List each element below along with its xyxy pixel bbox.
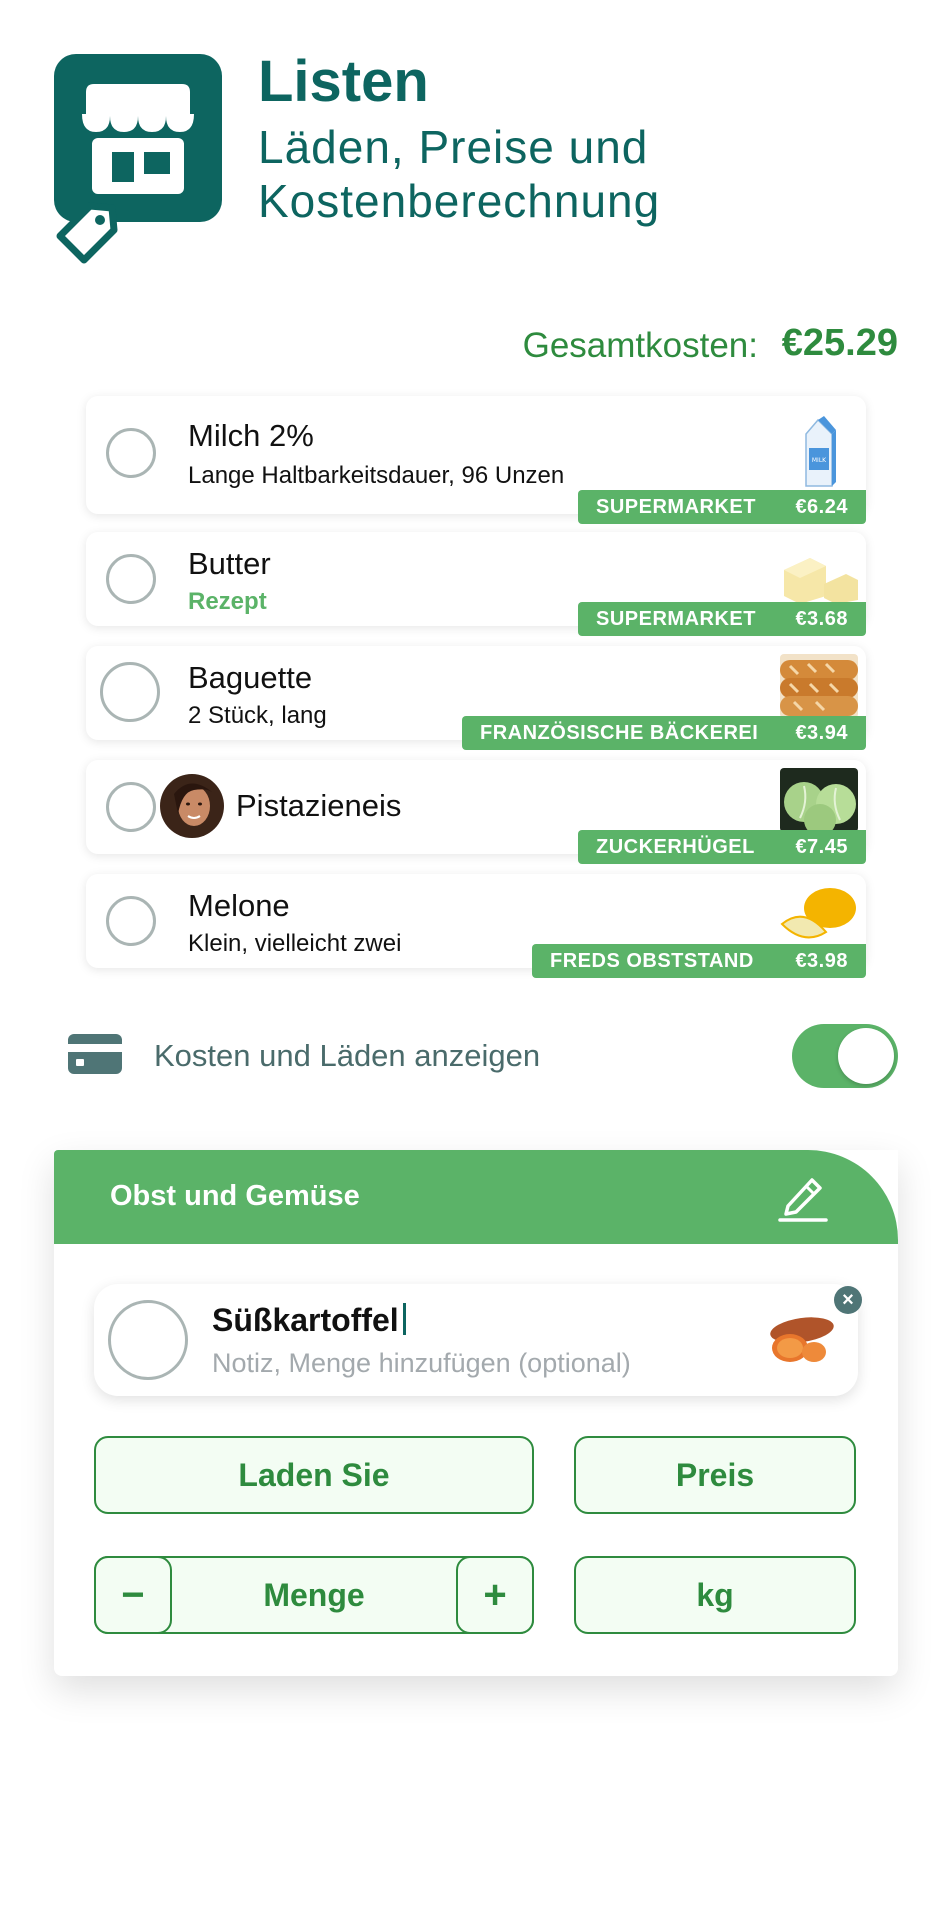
note-input[interactable]: Notiz, Menge hinzufügen (optional): [212, 1348, 631, 1379]
item-name: Baguette: [188, 660, 313, 695]
page-subtitle: Läden, Preise und Kostenberechnung: [258, 121, 661, 227]
page-title: Listen: [258, 49, 429, 114]
pencil-icon[interactable]: [776, 1170, 828, 1222]
svg-text:MILK: MILK: [812, 457, 827, 464]
item-note: 2 Stück, lang: [188, 702, 327, 729]
store-price-badge[interactable]: ZUCKERHÜGEL €7.45: [578, 830, 866, 864]
item-note: Lange Haltbarkeitsdauer, 96 Unzen: [188, 462, 565, 489]
store-price-badge[interactable]: FRANZÖSISCHE BÄCKEREI €3.94: [462, 716, 866, 750]
show-costs-toggle[interactable]: [792, 1024, 898, 1088]
item-name: Melone: [188, 888, 290, 923]
avatar[interactable]: [160, 774, 224, 838]
baguette-icon: [780, 654, 858, 718]
item-price: €3.68: [795, 607, 848, 630]
item-price: €7.45: [795, 835, 848, 858]
list-item[interactable]: Melone Klein, vielleicht zwei FREDS OBST…: [86, 874, 866, 978]
store-name: SUPERMARKET: [596, 607, 756, 630]
increment-button[interactable]: +: [456, 1556, 534, 1634]
show-costs-label: Kosten und Läden anzeigen: [154, 1038, 541, 1073]
list-item[interactable]: Baguette 2 Stück, lang FRANZÖSISCHE BÄCK…: [86, 646, 866, 750]
item-checkbox[interactable]: [108, 1300, 188, 1380]
item-checkbox[interactable]: [106, 554, 156, 604]
item-name: Pistazieneis: [236, 788, 402, 823]
store-button[interactable]: Laden Sie: [94, 1436, 534, 1514]
list-item[interactable]: Butter Rezept SUPERMARKET €3.68: [86, 532, 866, 636]
butter-icon: [780, 544, 858, 604]
item-name: Butter: [188, 546, 271, 581]
quantity-label: Menge: [263, 1576, 365, 1613]
list-item[interactable]: Pistazieneis ZUCKERHÜGEL €7.45: [86, 760, 866, 864]
store-price-badge[interactable]: SUPERMARKET €3.68: [578, 602, 866, 636]
clear-icon[interactable]: ×: [834, 1286, 862, 1314]
price-tag-icon: [52, 196, 122, 266]
item-name-input[interactable]: Süßkartoffel: [212, 1302, 406, 1339]
cabbage-icon: [780, 768, 858, 832]
credit-card-icon: [68, 1034, 122, 1074]
item-name: Milch 2%: [188, 418, 314, 453]
item-checkbox[interactable]: [106, 782, 156, 832]
item-note: Klein, vielleicht zwei: [188, 930, 402, 957]
total-cost-label: Gesamtkosten:: [522, 326, 758, 365]
item-price: €3.94: [795, 721, 848, 744]
store-name: ZUCKERHÜGEL: [596, 835, 755, 858]
item-price: €3.98: [795, 949, 848, 972]
store-name: FRANZÖSISCHE BÄCKEREI: [480, 721, 759, 744]
price-button[interactable]: Preis: [574, 1436, 856, 1514]
item-checkbox[interactable]: [100, 662, 160, 722]
item-editor: Süßkartoffel Notiz, Menge hinzufügen (op…: [94, 1284, 862, 1396]
store-price-badge[interactable]: SUPERMARKET €6.24: [578, 490, 866, 524]
category-title: Obst und Gemüse: [110, 1180, 360, 1212]
store-name: SUPERMARKET: [596, 495, 756, 518]
recipe-link[interactable]: Rezept: [188, 588, 267, 616]
milk-carton-icon: MILK: [780, 414, 858, 490]
item-price: €6.24: [795, 495, 848, 518]
sweet-potato-icon: [756, 1308, 842, 1368]
store-name: FREDS OBSTSTAND: [550, 949, 754, 972]
total-cost-value: €25.29: [781, 322, 898, 364]
item-checkbox[interactable]: [106, 428, 156, 478]
decrement-button[interactable]: −: [94, 1556, 172, 1634]
melon-icon: [780, 884, 858, 944]
toggle-knob: [838, 1028, 894, 1084]
text-cursor: [402, 1303, 406, 1335]
unit-button[interactable]: kg: [574, 1556, 856, 1634]
item-checkbox[interactable]: [106, 896, 156, 946]
list-item[interactable]: Milch 2% Lange Haltbarkeitsdauer, 96 Unz…: [86, 396, 866, 524]
store-price-badge[interactable]: FREDS OBSTSTAND €3.98: [532, 944, 866, 978]
